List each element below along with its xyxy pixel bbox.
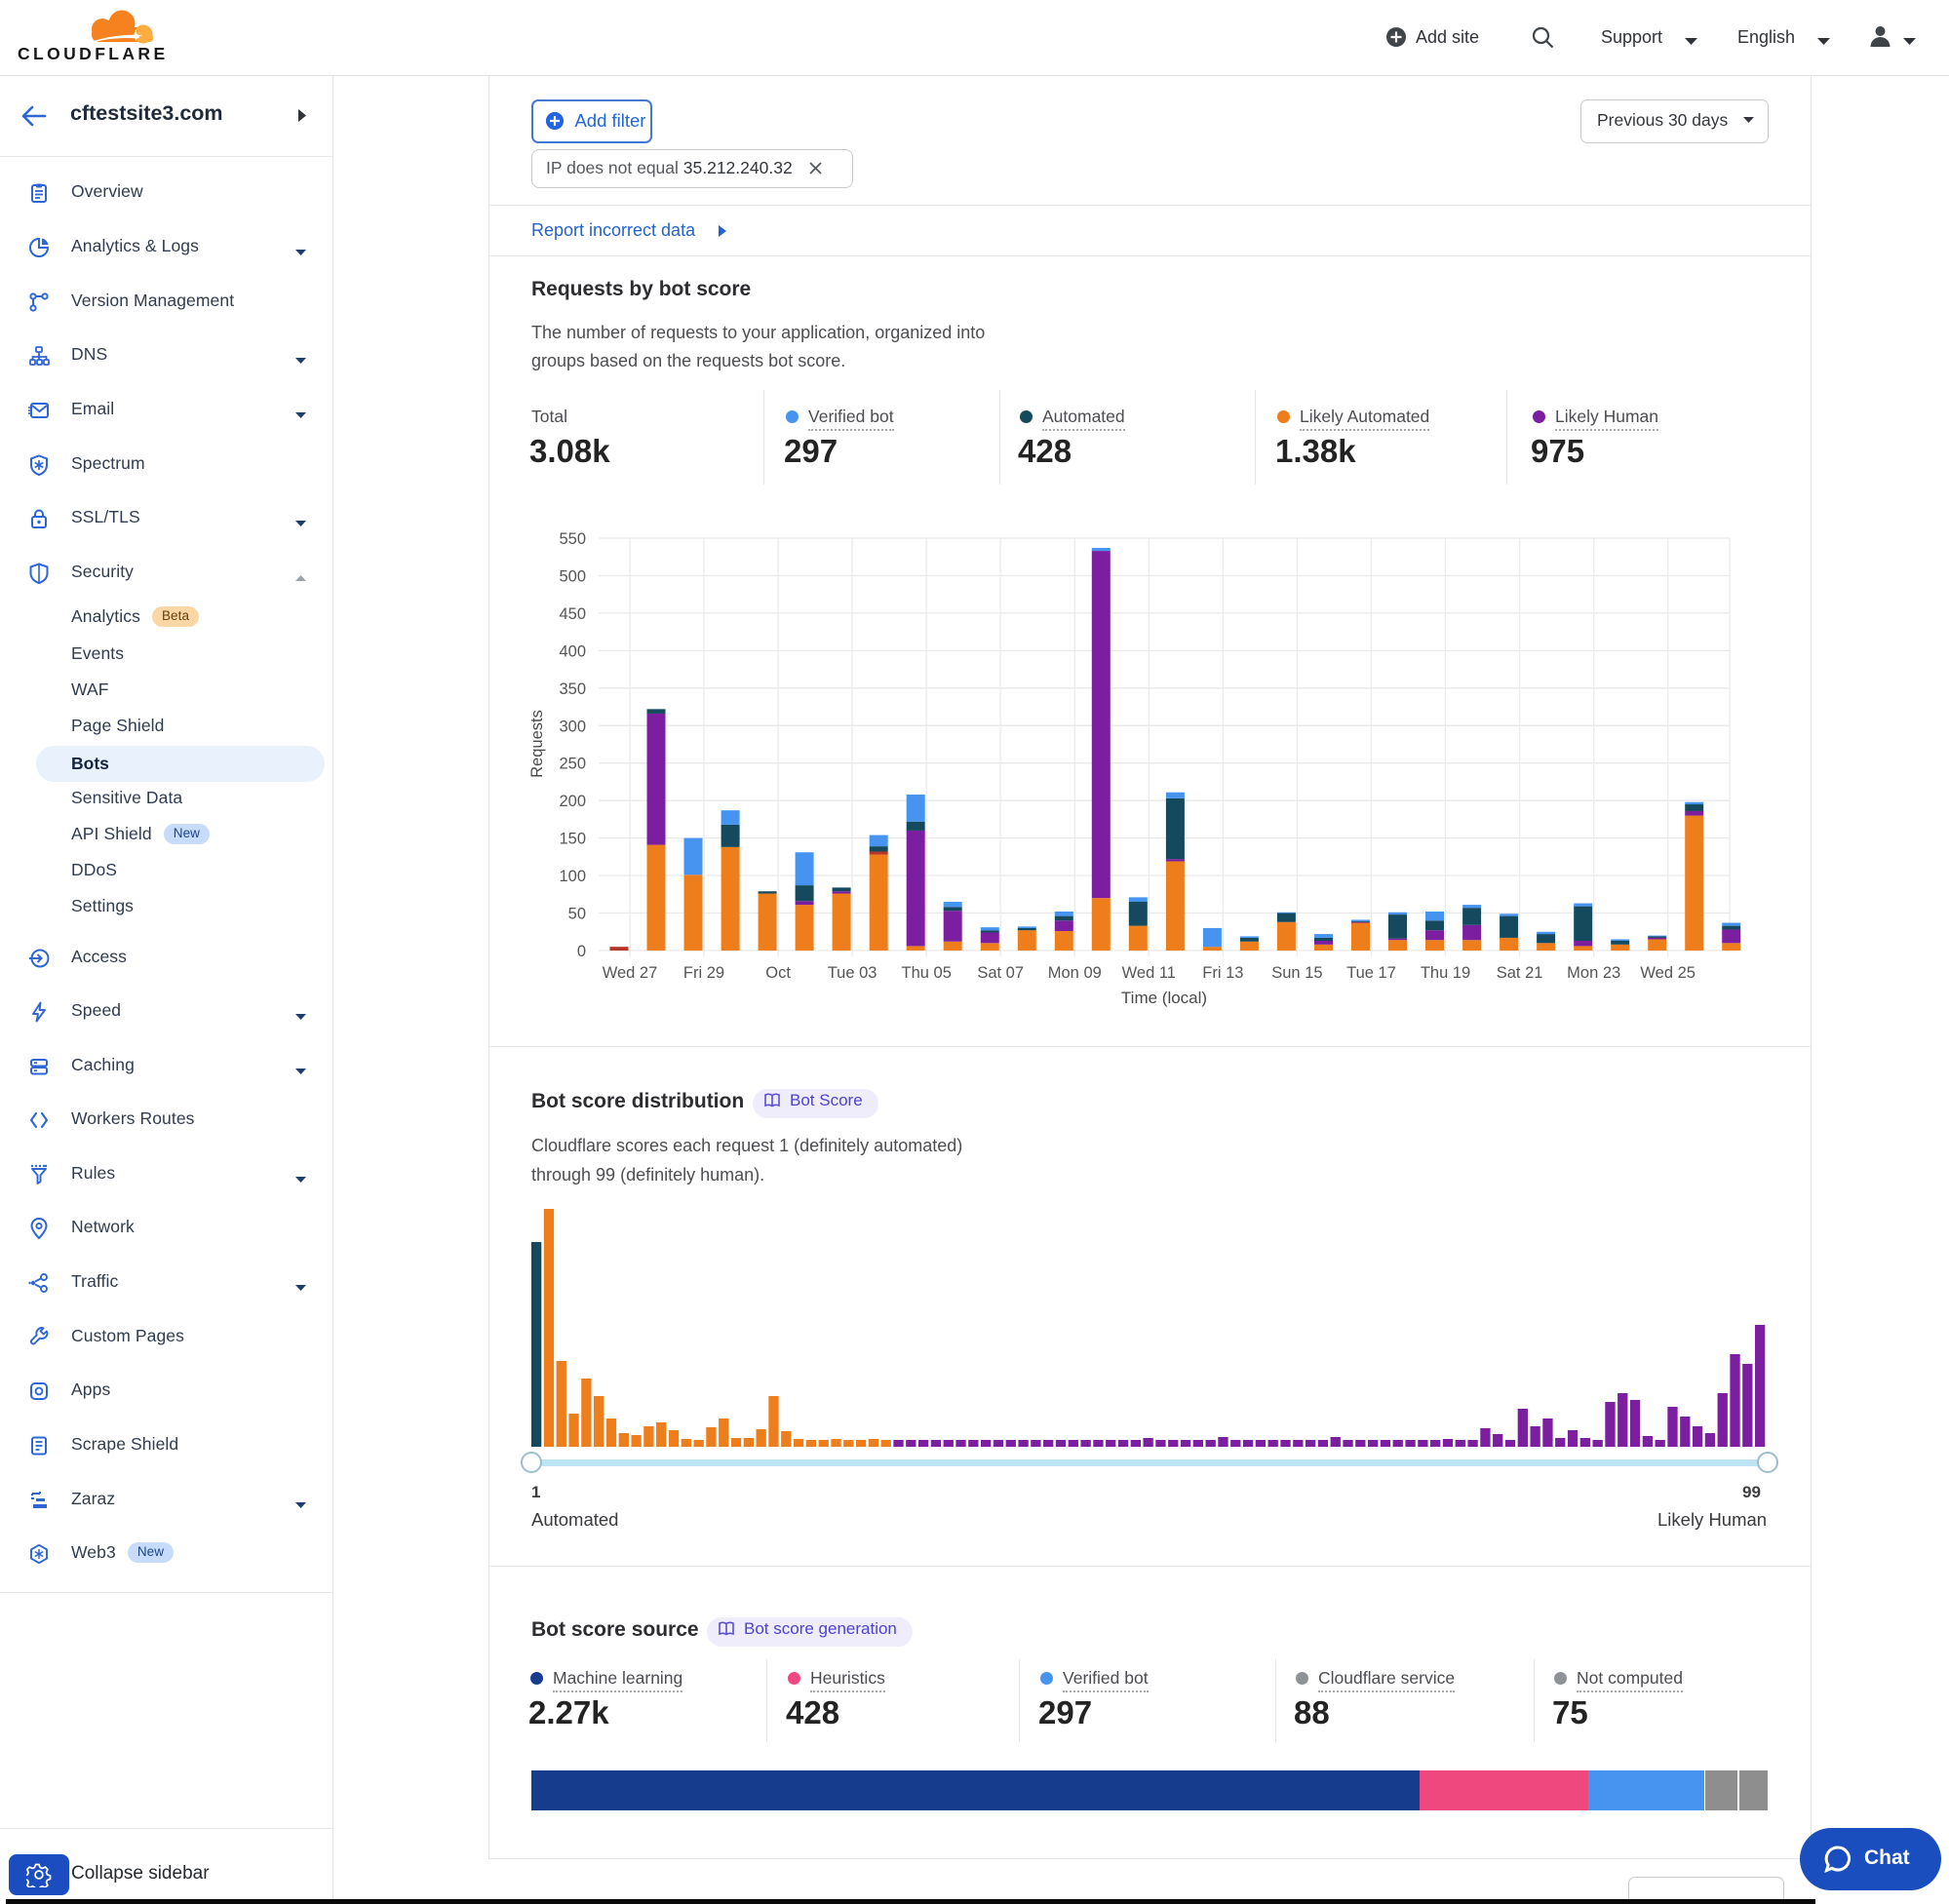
svg-text:Fri 29: Fri 29 xyxy=(683,964,724,982)
svg-text:250: 250 xyxy=(559,756,586,773)
svg-text:Tue 03: Tue 03 xyxy=(828,964,877,982)
svg-text:Sun 15: Sun 15 xyxy=(1271,964,1322,982)
svg-text:50: 50 xyxy=(568,906,586,923)
svg-text:Wed 27: Wed 27 xyxy=(603,964,658,982)
svg-text:100: 100 xyxy=(559,868,586,885)
svg-text:Oct: Oct xyxy=(765,964,791,982)
svg-text:Sat 21: Sat 21 xyxy=(1497,964,1543,982)
svg-text:Fri 13: Fri 13 xyxy=(1202,964,1243,982)
svg-text:Mon 09: Mon 09 xyxy=(1048,964,1102,982)
svg-text:150: 150 xyxy=(559,831,586,848)
svg-text:Tue 17: Tue 17 xyxy=(1346,964,1396,982)
svg-text:400: 400 xyxy=(559,642,586,660)
svg-text:Wed 25: Wed 25 xyxy=(1640,964,1696,982)
svg-text:450: 450 xyxy=(559,605,586,623)
svg-text:550: 550 xyxy=(559,530,586,548)
svg-text:0: 0 xyxy=(577,943,586,960)
svg-text:500: 500 xyxy=(559,568,586,586)
svg-text:350: 350 xyxy=(559,680,586,698)
svg-text:Thu 19: Thu 19 xyxy=(1421,964,1470,982)
svg-text:300: 300 xyxy=(559,718,586,735)
svg-text:Time (local): Time (local) xyxy=(1121,989,1207,1007)
svg-text:Thu 05: Thu 05 xyxy=(902,964,952,982)
svg-text:200: 200 xyxy=(559,793,586,810)
svg-text:CLOUDFLARE: CLOUDFLARE xyxy=(18,44,169,62)
svg-text:Requests: Requests xyxy=(528,710,546,778)
svg-text:Wed 11: Wed 11 xyxy=(1122,964,1176,982)
svg-text:Sat 07: Sat 07 xyxy=(977,964,1024,982)
svg-text:Mon 23: Mon 23 xyxy=(1567,964,1620,982)
